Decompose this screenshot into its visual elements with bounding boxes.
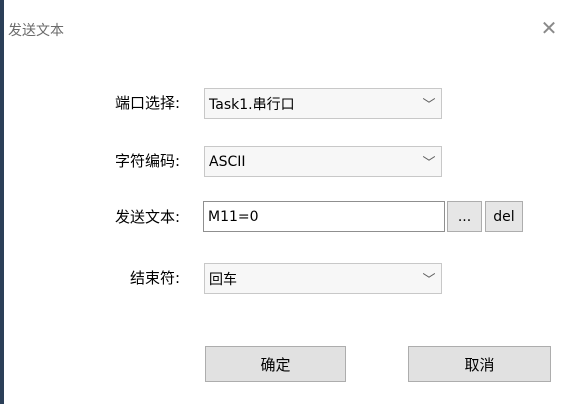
cancel-button[interactable]: 取消 bbox=[408, 346, 551, 382]
port-label: 端口选择: bbox=[114, 94, 180, 112]
terminator-select[interactable]: 回车 ﹀ bbox=[204, 263, 442, 294]
dialog-title: 发送文本 bbox=[8, 23, 64, 39]
chevron-down-icon: ﹀ bbox=[422, 273, 436, 288]
port-select[interactable]: Task1.串行口 ﹀ bbox=[204, 88, 442, 119]
delete-button[interactable]: del bbox=[485, 201, 523, 232]
encoding-select-value: ASCII bbox=[209, 153, 246, 170]
terminator-select-value: 回车 bbox=[209, 271, 237, 288]
port-select-value: Task1.串行口 bbox=[209, 96, 295, 113]
chevron-down-icon: ﹀ bbox=[422, 156, 436, 171]
close-button[interactable]: ✕ bbox=[534, 16, 564, 40]
close-icon: ✕ bbox=[540, 16, 558, 40]
encoding-label: 字符编码: bbox=[114, 152, 180, 170]
send-text-label: 发送文本: bbox=[114, 208, 180, 226]
terminator-label: 结束符: bbox=[129, 269, 180, 287]
browse-button[interactable]: ... bbox=[447, 201, 482, 232]
ok-button[interactable]: 确定 bbox=[205, 346, 346, 382]
dialog-titlebar: 发送文本 ✕ bbox=[4, 0, 564, 42]
window-left-edge bbox=[0, 0, 4, 404]
encoding-select[interactable]: ASCII ﹀ bbox=[204, 146, 442, 177]
chevron-down-icon: ﹀ bbox=[422, 98, 436, 113]
send-text-input[interactable] bbox=[203, 201, 445, 232]
